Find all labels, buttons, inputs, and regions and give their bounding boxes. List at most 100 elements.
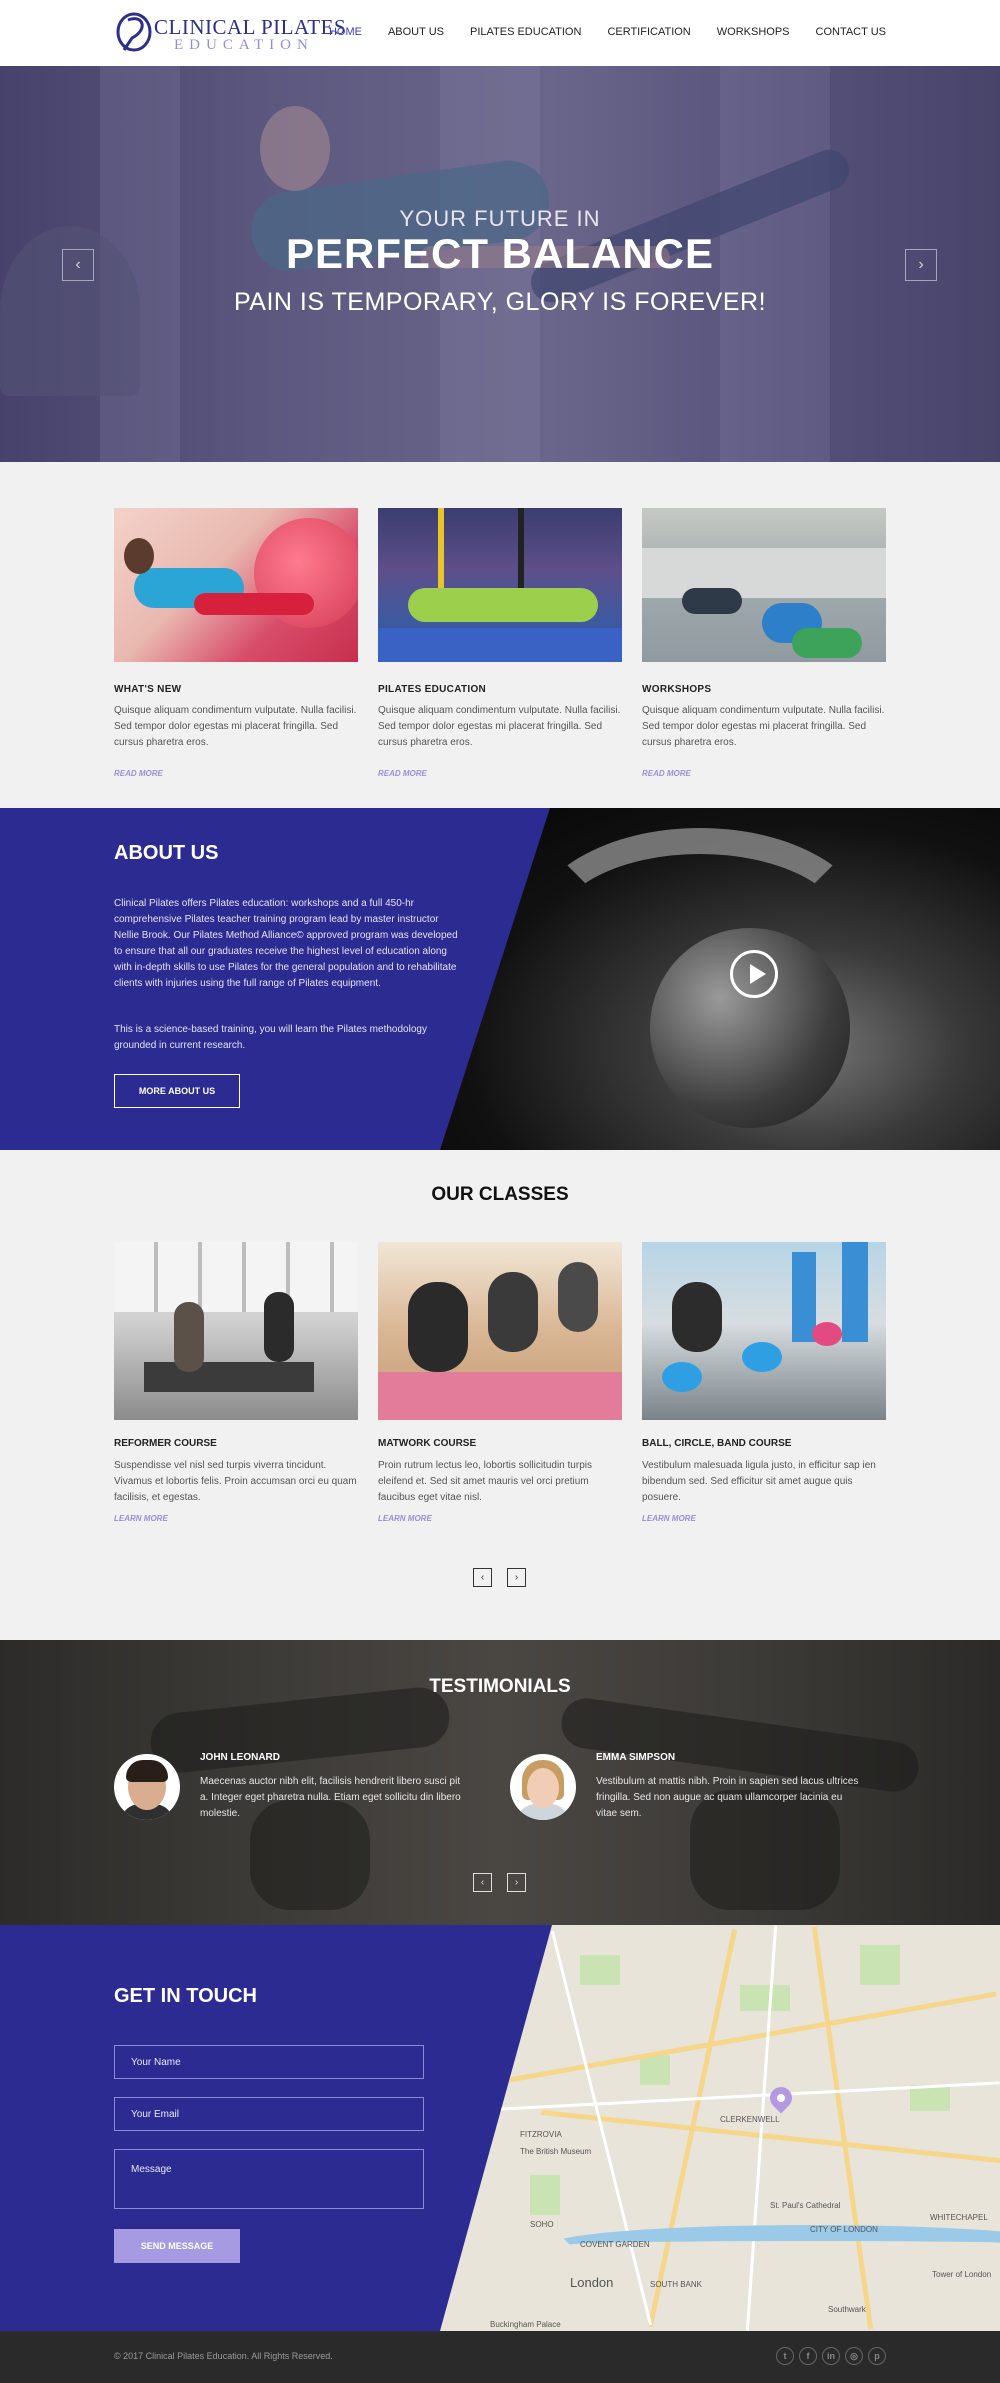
- chevron-right-icon: ›: [514, 1572, 519, 1583]
- class-card: BALL, CIRCLE, BAND COURSE Vestibulum mal…: [642, 1242, 886, 1526]
- feature-image: [642, 508, 886, 662]
- background-figure: [147, 1684, 453, 1776]
- read-more-link[interactable]: READ MORE: [114, 769, 163, 778]
- map-label: COVENT GARDEN: [580, 2240, 650, 2249]
- testimonials-next-button[interactable]: ›: [507, 1873, 526, 1892]
- read-more-link[interactable]: READ MORE: [642, 769, 691, 778]
- classes-next-button[interactable]: ›: [507, 1568, 526, 1587]
- feature-title: PILATES EDUCATION: [378, 684, 487, 695]
- hero-title: PERFECT BALANCE: [285, 230, 714, 277]
- class-title: REFORMER COURSE: [114, 1438, 217, 1449]
- twitter-icon[interactable]: t: [776, 2347, 794, 2365]
- class-image: [114, 1242, 358, 1420]
- nav-home[interactable]: HOME: [329, 26, 362, 38]
- contact-section: CLERKENWELL FITZROVIA The British Museum…: [0, 1925, 1000, 2331]
- testimonial-text: Vestibulum at mattis nibh. Proin in sapi…: [596, 1776, 859, 1819]
- learn-more-link[interactable]: LEARN MORE: [378, 1514, 432, 1523]
- testimonial-name: JOHN LEONARD: [200, 1752, 281, 1763]
- chevron-right-icon: ›: [514, 1877, 519, 1888]
- map-label: WHITECHAPEL: [930, 2213, 988, 2222]
- class-text: Vestibulum malesuada ligula justo, in ef…: [642, 1460, 876, 1503]
- site-logo[interactable]: CLINICAL PILATES EDUCATION: [114, 10, 346, 56]
- map-label: CITY OF LONDON: [810, 2225, 878, 2234]
- location-map[interactable]: CLERKENWELL FITZROVIA The British Museum…: [440, 1925, 1000, 2331]
- linkedin-icon[interactable]: in: [822, 2347, 840, 2365]
- email-field[interactable]: [114, 2097, 424, 2131]
- class-title: BALL, CIRCLE, BAND COURSE: [642, 1438, 792, 1449]
- logo-subtitle: EDUCATION: [174, 37, 314, 53]
- map-label: London: [570, 2275, 614, 2290]
- feature-text: Quisque aliquam condimentum vulputate. N…: [378, 705, 621, 748]
- avatar: [114, 1754, 180, 1820]
- copyright: © 2017 Clinical Pilates Education. All R…: [114, 2351, 333, 2361]
- social-links: t f in ◎ p: [776, 2347, 886, 2365]
- testimonials-title: TESTIMONIALS: [429, 1676, 571, 1697]
- nav-contact-us[interactable]: CONTACT US: [816, 26, 887, 38]
- site-header: CLINICAL PILATES EDUCATION HOME ABOUT US…: [0, 0, 1000, 66]
- logo-mark-icon: [116, 12, 152, 52]
- map-label: Buckingham Palace: [490, 2320, 561, 2329]
- site-footer: © 2017 Clinical Pilates Education. All R…: [0, 2331, 1000, 2383]
- chevron-left-icon: ‹: [480, 1877, 485, 1888]
- avatar: [510, 1754, 576, 1820]
- send-message-button[interactable]: SEND MESSAGE: [114, 2229, 240, 2263]
- feature-card: PILATES EDUCATION Quisque aliquam condim…: [378, 508, 622, 781]
- chevron-left-icon: ‹: [480, 1572, 485, 1583]
- chevron-right-icon: ›: [918, 256, 924, 273]
- class-card: MATWORK COURSE Proin rutrum lectus leo, …: [378, 1242, 622, 1526]
- nav-certification[interactable]: CERTIFICATION: [607, 26, 690, 38]
- map-label: Tower of London: [932, 2270, 992, 2279]
- feature-image: [378, 508, 622, 662]
- testimonials-prev-button[interactable]: ‹: [473, 1873, 492, 1892]
- feature-card: WHAT'S NEW Quisque aliquam condimentum v…: [114, 508, 358, 781]
- class-text: Suspendisse vel nisl sed turpis viverra …: [114, 1460, 357, 1503]
- about-section: ABOUT US Clinical Pilates offers Pilates…: [0, 808, 1000, 1150]
- contact-title: GET IN TOUCH: [114, 1985, 257, 2007]
- read-more-link[interactable]: READ MORE: [378, 769, 427, 778]
- play-icon[interactable]: [730, 950, 778, 998]
- about-paragraph: This is a science-based training, you wi…: [114, 1024, 427, 1051]
- nav-about-us[interactable]: ABOUT US: [388, 26, 444, 38]
- map-label: St. Paul's Cathedral: [770, 2201, 841, 2210]
- hero-next-button[interactable]: ›: [905, 249, 937, 281]
- hero-tagline: PAIN IS TEMPORARY, GLORY IS FOREVER!: [233, 288, 767, 316]
- hero-subtitle: YOUR FUTURE IN: [399, 206, 601, 231]
- facebook-icon[interactable]: f: [799, 2347, 817, 2365]
- class-title: MATWORK COURSE: [378, 1438, 477, 1449]
- map-label: Southwark: [828, 2305, 866, 2314]
- hero-slider: YOUR FUTURE IN PERFECT BALANCE PAIN IS T…: [0, 66, 1000, 462]
- instagram-icon[interactable]: ◎: [845, 2347, 863, 2365]
- main-nav: HOME ABOUT US PILATES EDUCATION CERTIFIC…: [303, 26, 886, 38]
- nav-pilates-education[interactable]: PILATES EDUCATION: [470, 26, 581, 38]
- classes-prev-button[interactable]: ‹: [473, 1568, 492, 1587]
- testimonial-text: Maecenas auctor nibh elit, facilisis hen…: [200, 1776, 461, 1819]
- map-label: SOUTH BANK: [650, 2280, 703, 2289]
- about-title: ABOUT US: [114, 842, 219, 864]
- nav-workshops[interactable]: WORKSHOPS: [717, 26, 790, 38]
- message-field[interactable]: [114, 2149, 424, 2209]
- hero-prev-button[interactable]: ‹: [62, 249, 94, 281]
- more-about-us-button[interactable]: MORE ABOUT US: [114, 1074, 240, 1108]
- class-text: Proin rutrum lectus leo, lobortis sollic…: [378, 1460, 592, 1503]
- class-card: REFORMER COURSE Suspendisse vel nisl sed…: [114, 1242, 358, 1526]
- class-image: [378, 1242, 622, 1420]
- map-label: CLERKENWELL: [720, 2115, 780, 2124]
- map-pin-icon[interactable]: [765, 2082, 797, 2114]
- feature-title: WHAT'S NEW: [114, 684, 182, 695]
- pinterest-icon[interactable]: p: [868, 2347, 886, 2365]
- learn-more-link[interactable]: LEARN MORE: [642, 1514, 696, 1523]
- map-label: SOHO: [530, 2220, 554, 2229]
- features-section: WHAT'S NEW Quisque aliquam condimentum v…: [0, 462, 1000, 808]
- feature-text: Quisque aliquam condimentum vulputate. N…: [642, 705, 885, 748]
- about-paragraph: Clinical Pilates offers Pilates educatio…: [114, 898, 458, 989]
- classes-title: OUR CLASSES: [431, 1184, 569, 1205]
- map-label: FITZROVIA: [520, 2130, 562, 2139]
- about-video-thumbnail[interactable]: [440, 808, 1000, 1150]
- map-label: The British Museum: [520, 2147, 592, 2156]
- testimonials-section: TESTIMONIALS JOHN LEONARD Maecenas aucto…: [0, 1640, 1000, 1925]
- feature-image: [114, 508, 358, 662]
- class-image: [642, 1242, 886, 1420]
- classes-section: OUR CLASSES REFORMER COURSE Suspendisse …: [0, 1150, 1000, 1640]
- learn-more-link[interactable]: LEARN MORE: [114, 1514, 168, 1523]
- name-field[interactable]: [114, 2045, 424, 2079]
